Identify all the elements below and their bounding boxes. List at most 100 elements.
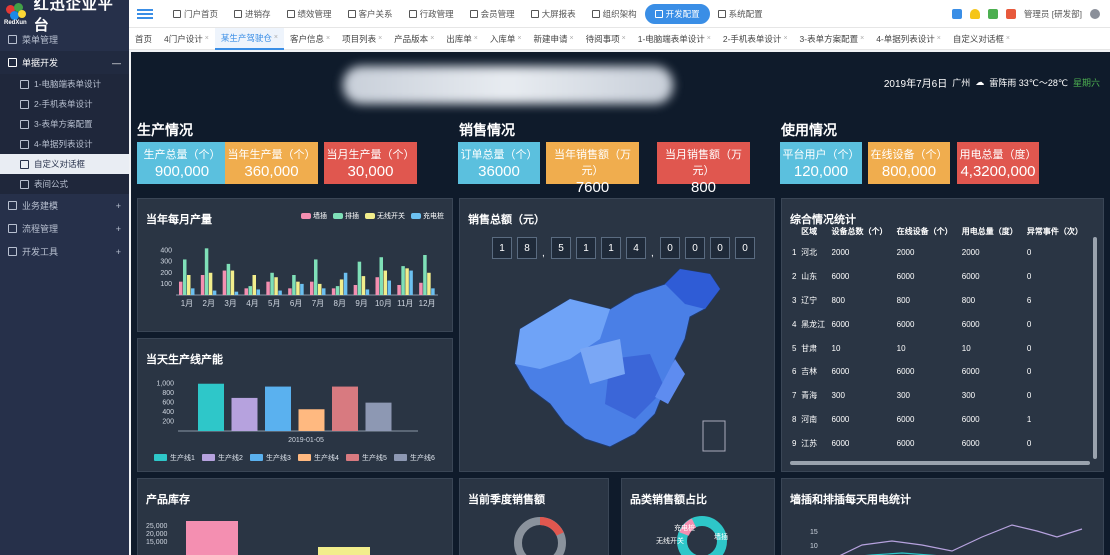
top-nav-item[interactable]: 绩效管理 (279, 8, 340, 20)
close-icon[interactable]: × (274, 34, 278, 41)
top-nav-item[interactable]: 客户关系 (340, 8, 401, 20)
table-row[interactable]: 5 甘肃 10 10 10 0 (790, 336, 1090, 360)
table-header: 在线设备（个） (896, 226, 953, 236)
close-icon[interactable]: × (937, 35, 941, 42)
page-tab[interactable]: 客户信息 × (284, 28, 336, 50)
page-tab[interactable]: 自定义对话框 × (947, 28, 1016, 50)
legend-swatch (250, 454, 263, 461)
table-row[interactable]: 4 黑龙江 6000 6000 6000 0 (790, 312, 1090, 336)
close-icon[interactable]: × (474, 35, 478, 42)
table-row[interactable]: 7 青海 300 300 300 0 (790, 384, 1090, 408)
app-icon[interactable] (1005, 8, 1016, 19)
app-logo[interactable]: 红迅企业平台 RedXun (0, 0, 129, 34)
user-name[interactable]: 管理员 [研发部] (1024, 8, 1082, 20)
bell-icon[interactable] (969, 8, 980, 19)
table-cell: 6000 (896, 272, 915, 282)
mail-icon[interactable] (987, 8, 998, 19)
panel-monthly-production: 当年每月产量 墙插 排插 无线开关 充电桩 100 200 300 400 1月 2月 3月 4月 5… (137, 198, 453, 332)
close-icon[interactable]: × (517, 35, 521, 42)
top-nav-item[interactable]: 行政管理 (401, 8, 462, 20)
table-cell: 6000 (896, 367, 915, 377)
page-tab[interactable]: 待阅事项 × (580, 28, 632, 50)
page-tab[interactable]: 3-表单方案配置 × (794, 28, 871, 50)
sidebar-subitem[interactable]: 3-表单方案配置 (0, 114, 129, 134)
close-icon[interactable]: × (783, 35, 787, 42)
table-cell: 6000 (831, 438, 850, 448)
close-icon[interactable]: × (707, 35, 711, 42)
close-icon[interactable]: × (378, 35, 382, 42)
table-cell: 黑龙江 (801, 319, 826, 329)
bar (365, 289, 370, 295)
close-icon[interactable]: × (622, 35, 626, 42)
top-navbar: 门户首页 进销存 绩效管理 客户关系 行政管理 会员管理 大屏报表 组织架构 开发配置 系统配置 … (129, 0, 1110, 28)
kpi-card: 当月生产量（个） 30,000 (324, 142, 417, 184)
menu-toggle-icon[interactable] (137, 7, 153, 21)
quarter-donut (514, 517, 566, 555)
table-row[interactable]: 2 山东 6000 6000 6000 0 (790, 265, 1090, 289)
bar (387, 280, 391, 295)
table-row[interactable]: 9 江苏 6000 6000 6000 0 (790, 431, 1090, 455)
expand-toggle-icon[interactable]: + (116, 247, 121, 257)
page-tab[interactable]: 新建申请 × (528, 28, 580, 50)
sidebar-item[interactable]: 业务建模 + (0, 194, 129, 217)
close-icon[interactable]: × (430, 35, 434, 42)
table-cell: 6000 (831, 319, 850, 329)
top-nav-item[interactable]: 进销存 (226, 8, 279, 20)
sidebar-subitem[interactable]: 2-手机表单设计 (0, 94, 129, 114)
page-tab[interactable]: 某生产驾驶仓 × (214, 27, 284, 50)
top-nav-item[interactable]: 门户首页 (165, 8, 226, 20)
table-cell: 6000 (961, 272, 980, 282)
table-hscrollbar[interactable] (790, 461, 1090, 465)
sidebar-item[interactable]: 单据开发 — (0, 51, 129, 74)
city-text: 广州 (952, 78, 971, 88)
table-vscrollbar[interactable] (1093, 237, 1097, 459)
sidebar-subitem[interactable]: 自定义对话框 (0, 154, 129, 174)
top-nav-item[interactable]: 大屏报表 (523, 8, 584, 20)
legend-label: 生产线5 (362, 453, 387, 462)
sidebar-subitem-label: 自定义对话框 (34, 159, 86, 169)
page-tab[interactable]: 入库单 × (484, 28, 528, 50)
panel-stock: 产品库存 25,000 20,000 15,000 (137, 478, 453, 555)
sidebar-subitem[interactable]: 1-电脑端表单设计 (0, 74, 129, 94)
table-cell: 2000 (961, 248, 980, 258)
kpi-label: 平台用户（个） (782, 149, 860, 161)
top-nav-item[interactable]: 会员管理 (462, 8, 523, 20)
table-row[interactable]: 1 河北 2000 2000 2000 0 (790, 241, 1090, 265)
page-tab[interactable]: 出库单 × (440, 28, 484, 50)
close-icon[interactable]: × (570, 35, 574, 42)
close-icon[interactable]: × (1006, 35, 1010, 42)
stock-axis: 25,000 20,000 15,000 (146, 523, 167, 547)
form-icon (20, 139, 29, 149)
close-icon[interactable]: × (205, 35, 209, 42)
close-icon[interactable]: × (326, 35, 330, 42)
expand-toggle-icon[interactable]: — (112, 58, 121, 68)
page-tab[interactable]: 产品版本 × (388, 28, 440, 50)
form-icon (20, 179, 29, 189)
page-tab[interactable]: 4-单据列表设计 × (870, 28, 947, 50)
top-nav-item[interactable]: 系统配置 (710, 8, 771, 20)
sidebar-item[interactable]: 开发工具 + (0, 240, 129, 263)
table-row[interactable]: 3 辽宁 800 800 800 6 (790, 289, 1090, 313)
top-nav-item[interactable]: 组织架构 (584, 8, 645, 20)
expand-toggle-icon[interactable]: + (116, 224, 121, 234)
page-tab[interactable]: 4门户设计 × (158, 28, 215, 50)
page-tab[interactable]: 首页 (129, 28, 158, 50)
sidebar-item[interactable]: 流程管理 + (0, 217, 129, 240)
sidebar-subitem[interactable]: 表间公式 (0, 174, 129, 194)
shirt-icon[interactable] (951, 8, 962, 19)
sidebar-subitem[interactable]: 4-单据列表设计 (0, 134, 129, 154)
kpi-card: 用电总量（度） 4,3200,000 (957, 142, 1039, 184)
table-row[interactable]: 6 吉林 6000 6000 6000 0 (790, 360, 1090, 384)
avatar[interactable] (1090, 8, 1100, 19)
table-cell: 6000 (896, 319, 915, 329)
top-nav-item[interactable]: 开发配置 (644, 3, 710, 24)
top-nav-label: 门户首页 (184, 8, 219, 19)
table-cell: 800 (831, 295, 845, 305)
table-header: 设备总数（个） (831, 226, 888, 236)
table-row[interactable]: 8 河南 6000 6000 6000 1 (790, 408, 1090, 432)
page-tab[interactable]: 1-电脑端表单设计 × (632, 28, 717, 50)
page-tab[interactable]: 项目列表 × (336, 28, 388, 50)
expand-toggle-icon[interactable]: + (116, 201, 121, 211)
page-tab[interactable]: 2-手机表单设计 × (717, 28, 794, 50)
close-icon[interactable]: × (860, 35, 864, 42)
